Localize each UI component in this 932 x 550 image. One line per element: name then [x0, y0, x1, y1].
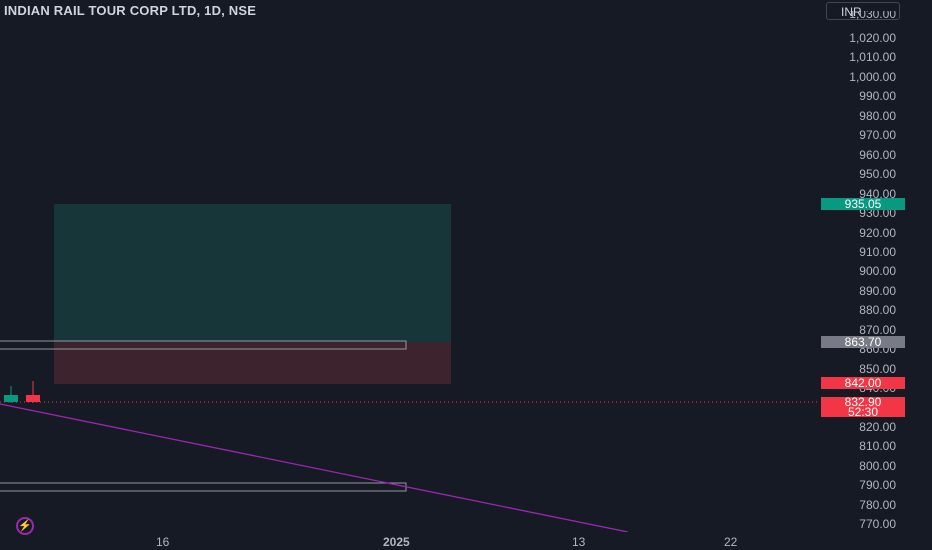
price-tick: 890.00	[859, 283, 896, 298]
price-tick: 910.00	[859, 244, 896, 259]
price-tick: 960.00	[859, 147, 896, 162]
chart-pane[interactable]	[0, 0, 818, 532]
price-tick: 880.00	[859, 303, 896, 318]
price-tick: 780.00	[859, 497, 896, 512]
position-loss-zone[interactable]	[54, 342, 451, 384]
target-price-tag: 935.05	[821, 198, 905, 210]
price-tick: 920.00	[859, 225, 896, 240]
time-label-4: 22	[724, 535, 738, 549]
level-price-tag: 863.70	[821, 336, 905, 348]
bar-countdown: 52:30	[847, 405, 879, 419]
price-tick: 800.00	[859, 458, 896, 473]
time-label-2: 2025	[383, 535, 410, 549]
price-tick: 970.00	[859, 128, 896, 143]
price-tick-top: 1,030.00	[849, 11, 896, 20]
price-tick: 950.00	[859, 167, 896, 182]
bolt-icon[interactable]: ⚡	[16, 517, 34, 535]
price-tick: 900.00	[859, 264, 896, 279]
time-label-1: 16	[156, 535, 170, 549]
price-tick: 790.00	[859, 478, 896, 493]
price-tick: 1,000.00	[849, 69, 896, 84]
price-tick: 810.00	[859, 439, 896, 454]
price-tick: 1,010.00	[849, 50, 896, 65]
price-tick: 990.00	[859, 89, 896, 104]
position-profit-zone[interactable]	[54, 204, 451, 342]
price-tick: 820.00	[859, 420, 896, 434]
price-tick: 1,020.00	[849, 31, 896, 45]
time-label-3: 13	[572, 535, 586, 549]
stop-price-tag: 842.00	[821, 377, 905, 389]
symbol-title[interactable]: INDIAN RAIL TOUR CORP LTD, 1D, NSE	[4, 3, 256, 18]
price-tick: 770.00	[859, 517, 896, 532]
last-price-tag: 832.90 52:30	[821, 396, 905, 419]
price-tick: 980.00	[859, 108, 896, 123]
price-tick: 850.00	[859, 361, 896, 376]
